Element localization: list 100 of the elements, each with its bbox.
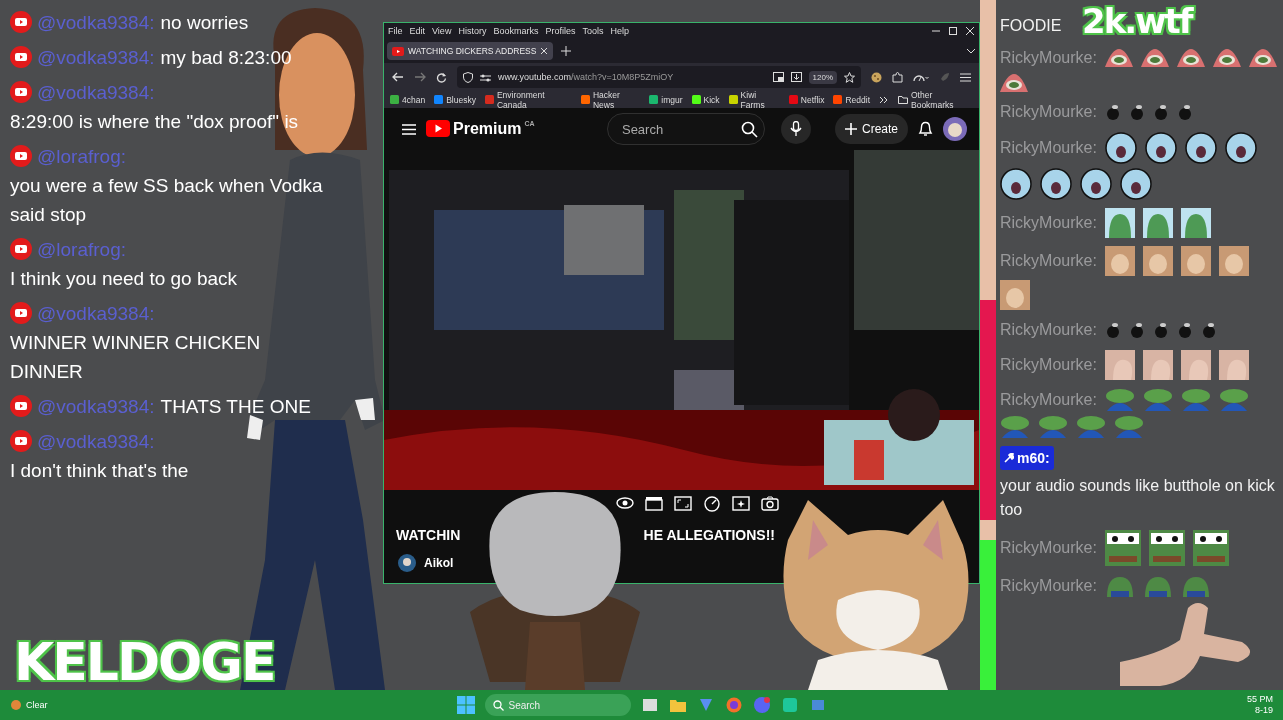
url-text: www.youtube.com/watch?v=10M8P5ZmiOY <box>498 72 674 82</box>
create-button[interactable]: Create <box>834 114 908 144</box>
menu-item[interactable]: Help <box>610 26 629 36</box>
zoom-level[interactable]: 120% <box>808 70 837 84</box>
avatar-icon[interactable] <box>943 117 967 141</box>
cookie-icon[interactable] <box>871 71 882 83</box>
youtube-icon <box>10 11 32 33</box>
user-name: RickyMourke: <box>1000 102 1097 122</box>
hand-emote-icon <box>1142 350 1173 380</box>
user-name: @vodka9384: <box>37 47 155 68</box>
more-chevrons-icon[interactable] <box>879 95 889 104</box>
logo-text: Premium <box>453 120 522 138</box>
chevron-down-icon[interactable] <box>966 48 976 54</box>
user-name: RickyMourke: <box>1000 251 1097 271</box>
bookmark[interactable]: Reddit <box>833 94 870 105</box>
clock-date[interactable]: 8-19 <box>1255 705 1273 716</box>
menu-item[interactable]: Edit <box>409 26 426 36</box>
star-icon[interactable] <box>844 71 855 83</box>
user-name: RickyMourke: <box>1000 355 1097 375</box>
address-bar[interactable]: www.youtube.com/watch?v=10M8P5ZmiOY 120% <box>457 66 861 88</box>
hand-emote-icon <box>1218 350 1249 380</box>
close-icon[interactable] <box>965 26 975 36</box>
eye-icon[interactable] <box>616 495 634 512</box>
bookmark[interactable]: Kick <box>691 94 720 105</box>
start-icon[interactable] <box>456 696 475 714</box>
fly-emote-icon <box>1152 321 1169 339</box>
youtube-icon <box>10 238 32 260</box>
avatar-icon[interactable] <box>398 554 416 572</box>
menu-item[interactable]: Tools <box>582 26 604 36</box>
bookmark-folder[interactable]: Other Bookmarks <box>898 89 973 110</box>
frog-emote-icon <box>1192 530 1229 566</box>
user-name: @vodka9384: <box>37 431 155 452</box>
fullscreen-icon[interactable] <box>674 495 692 512</box>
fly-emote-icon <box>1128 321 1145 339</box>
message-text: you were a few SS back when Vodka said stop <box>10 174 324 227</box>
channel-name[interactable]: Aikol <box>424 556 454 570</box>
sliders-icon <box>480 72 491 82</box>
hand-emote-icon <box>1180 350 1211 380</box>
user-name: RickyMourke: <box>1000 576 1097 596</box>
fly-emote-icon <box>1104 321 1121 339</box>
clock-time[interactable]: 55 PM <box>1247 694 1273 705</box>
bookmark[interactable]: Hacker News <box>581 89 641 110</box>
bookmark[interactable]: Kiwi Farms <box>728 89 780 110</box>
cat-emote-icon <box>1142 246 1173 276</box>
bookmark[interactable]: 4chan <box>390 94 426 105</box>
logo-text: KELDOGE <box>14 636 275 688</box>
camera-icon[interactable] <box>761 495 779 512</box>
bookmark[interactable]: Netflix <box>788 94 825 105</box>
frog-emote-icon <box>1212 49 1241 67</box>
menu-item[interactable]: View <box>432 26 452 36</box>
gauge-icon[interactable] <box>703 495 721 512</box>
reload-icon[interactable] <box>436 71 447 83</box>
frog-emote-icon <box>1000 74 1028 92</box>
bookmark[interactable]: imgur <box>649 94 683 105</box>
menu-item[interactable]: Bookmarks <box>493 26 539 36</box>
menu-item[interactable]: File <box>388 26 403 36</box>
user-name: RickyMourke: <box>1000 320 1097 340</box>
blob-emote-icon <box>1080 168 1112 200</box>
youtube-logo-icon[interactable] <box>426 120 450 137</box>
microphone-button[interactable] <box>780 114 811 144</box>
forward-icon[interactable] <box>414 72 426 82</box>
back-icon[interactable] <box>392 72 404 82</box>
frog-emote-icon <box>1104 49 1133 67</box>
youtube-icon <box>10 46 32 68</box>
menu-item[interactable]: Profiles <box>545 26 576 36</box>
menu-item[interactable]: History <box>458 26 487 36</box>
menu-icon[interactable] <box>960 72 971 82</box>
puzzle-icon[interactable] <box>892 71 903 83</box>
window-icon[interactable] <box>640 696 659 714</box>
close-icon[interactable] <box>540 47 549 55</box>
frog-emote-icon <box>1114 416 1144 438</box>
frog-emote-icon <box>1104 575 1135 597</box>
youtube-icon <box>10 145 32 167</box>
maximize-icon[interactable] <box>948 26 958 36</box>
search-icon <box>492 699 504 711</box>
frog-emote-icon <box>1176 49 1205 67</box>
cat-emote-icon <box>1104 246 1135 276</box>
blob-emote-icon <box>1184 132 1217 164</box>
sparkle-icon[interactable] <box>732 495 750 512</box>
shield-icon <box>463 71 473 83</box>
wrench-icon <box>1004 453 1014 463</box>
user-name: @vodka9384: <box>37 12 155 33</box>
bookmark[interactable]: Environment Canada <box>484 89 572 110</box>
bookmark[interactable]: Bluesky <box>434 94 476 105</box>
user-name: RickyMourke: <box>1000 48 1097 68</box>
frog-emote-icon <box>1104 208 1135 238</box>
youtube-icon <box>10 302 32 324</box>
new-tab-icon[interactable] <box>561 46 572 56</box>
fly-emote-icon <box>1176 321 1193 339</box>
browser-tab[interactable]: WATCHING DICKERS ADDRESS <box>387 42 554 60</box>
frog-emote-icon <box>1076 416 1106 438</box>
message-text: no worries <box>160 11 249 35</box>
bell-icon[interactable] <box>918 121 933 137</box>
download-icon <box>790 72 802 82</box>
blob-emote-icon <box>1104 132 1137 164</box>
frog-emote-icon <box>1142 208 1173 238</box>
clapperboard-icon[interactable] <box>645 495 663 512</box>
logo-text: 2k.wtf <box>1082 4 1192 38</box>
frog-emote-icon <box>1248 49 1277 67</box>
search-field[interactable]: Search <box>606 113 765 145</box>
